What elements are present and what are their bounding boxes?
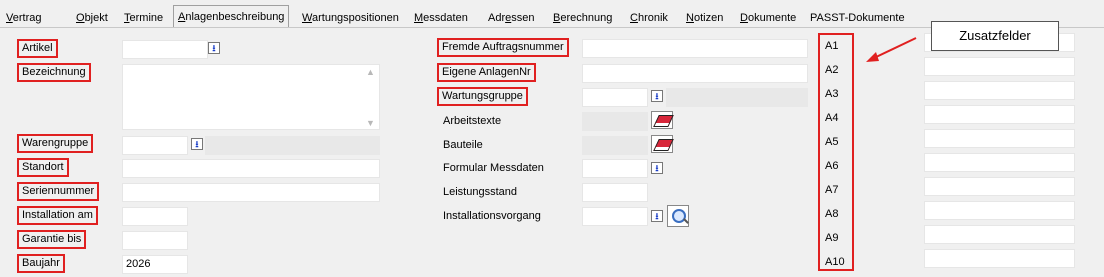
standort-label: Standort [17,158,69,177]
scroll-down-icon[interactable]: ▼ [366,118,375,128]
seriennummer-label: Seriennummer [17,182,100,201]
arbeitstexte-label: Arbeitstexte [443,115,502,127]
standort-input[interactable] [122,159,380,178]
leistungsstand-input[interactable] [582,183,648,202]
a4-input[interactable] [924,105,1075,124]
warengruppe-dropdown-icon[interactable]: ⭳ [191,138,203,150]
tab-vertrag[interactable]: Vertrag [6,9,41,27]
a5-label: A5 [825,136,839,148]
warengruppe-input[interactable] [122,136,188,155]
a10-input[interactable] [924,249,1075,268]
installationsvorgang-dropdown-icon[interactable]: ⭳ [651,210,663,222]
a2-label: A2 [825,64,839,76]
scroll-up-icon[interactable]: ▲ [366,67,375,77]
eigene-anlagennr-label: Eigene AnlagenNr [437,63,536,82]
a7-label: A7 [825,184,839,196]
a3-input[interactable] [924,81,1075,100]
fremde-auftragsnummer-label: Fremde Auftragsnummer [437,38,569,57]
a8-input[interactable] [924,201,1075,220]
tab-berechnung[interactable]: Berechnung [553,9,612,27]
fremde-auftragsnummer-input[interactable] [582,39,808,58]
formular-messdaten-input[interactable] [582,159,648,178]
tab-messdaten[interactable]: Messdaten [414,9,468,27]
a10-label: A10 [825,256,845,268]
baujahr-input[interactable]: 2026 [122,255,188,274]
tab-chronik[interactable]: Chronik [630,9,668,27]
installationsvorgang-input[interactable] [582,207,648,226]
garantie-bis-label: Garantie bis [17,230,87,249]
a1-label: A1 [825,40,839,52]
installation-am-label: Installation am [17,206,98,225]
bauteile-label: Bauteile [443,139,483,151]
warengruppe-label: Warengruppe [17,134,94,153]
tab-dokumente[interactable]: Dokumente [740,9,796,27]
bezeichnung-label: Bezeichnung [17,63,91,82]
bauteile-eraser-icon[interactable] [651,135,674,153]
bauteile-field [582,136,648,155]
a7-input[interactable] [924,177,1075,196]
installation-am-input[interactable] [122,207,188,226]
installationsvorgang-magnifier-icon[interactable] [667,205,689,227]
formular-messdaten-dropdown-icon[interactable]: ⭳ [651,162,663,174]
bezeichnung-textarea[interactable] [122,64,380,130]
tab-objekt[interactable]: Objekt [76,9,108,27]
wartungsgruppe-label: Wartungsgruppe [437,87,528,106]
callout-arrow-icon [866,37,917,62]
a8-label: A8 [825,208,839,220]
wartungsgruppe-dropdown-icon[interactable]: ⭳ [651,90,663,102]
garantie-bis-input[interactable] [122,231,188,250]
warengruppe-description-field [205,136,380,155]
arbeitstexte-field [582,112,648,131]
zusatzfelder-callout: Zusatzfelder [931,21,1059,51]
a6-input[interactable] [924,153,1075,172]
a5-input[interactable] [924,129,1075,148]
eigene-anlagennr-input[interactable] [582,64,808,83]
wartungsgruppe-description-field [666,88,808,107]
artikel-input[interactable] [122,40,208,59]
arbeitstexte-eraser-icon[interactable] [651,111,674,129]
a4-label: A4 [825,112,839,124]
tab-wartungspositionen[interactable]: Wartungspositionen [302,9,399,27]
seriennummer-input[interactable] [122,183,380,202]
artikel-label: Artikel [17,39,58,58]
installationsvorgang-label: Installationsvorgang [443,210,541,222]
a2-input[interactable] [924,57,1075,76]
tab-anlagenbeschreibung[interactable]: Anlagenbeschreibung [173,5,290,28]
tab-adressen[interactable]: Adressen [488,9,535,27]
a9-input[interactable] [924,225,1075,244]
baujahr-label: Baujahr [17,254,65,273]
wartungsgruppe-input[interactable] [582,88,648,107]
a9-label: A9 [825,232,839,244]
tab-notizen[interactable]: Notizen [686,9,723,27]
tab-passt-dokumente[interactable]: PASST-Dokumente [810,9,905,27]
formular-messdaten-label: Formular Messdaten [443,162,544,174]
a6-label: A6 [825,160,839,172]
leistungsstand-label: Leistungsstand [443,186,517,198]
artikel-dropdown-icon[interactable]: ⭳ [208,42,220,54]
tab-termine[interactable]: Termine [124,9,163,27]
a3-label: A3 [825,88,839,100]
